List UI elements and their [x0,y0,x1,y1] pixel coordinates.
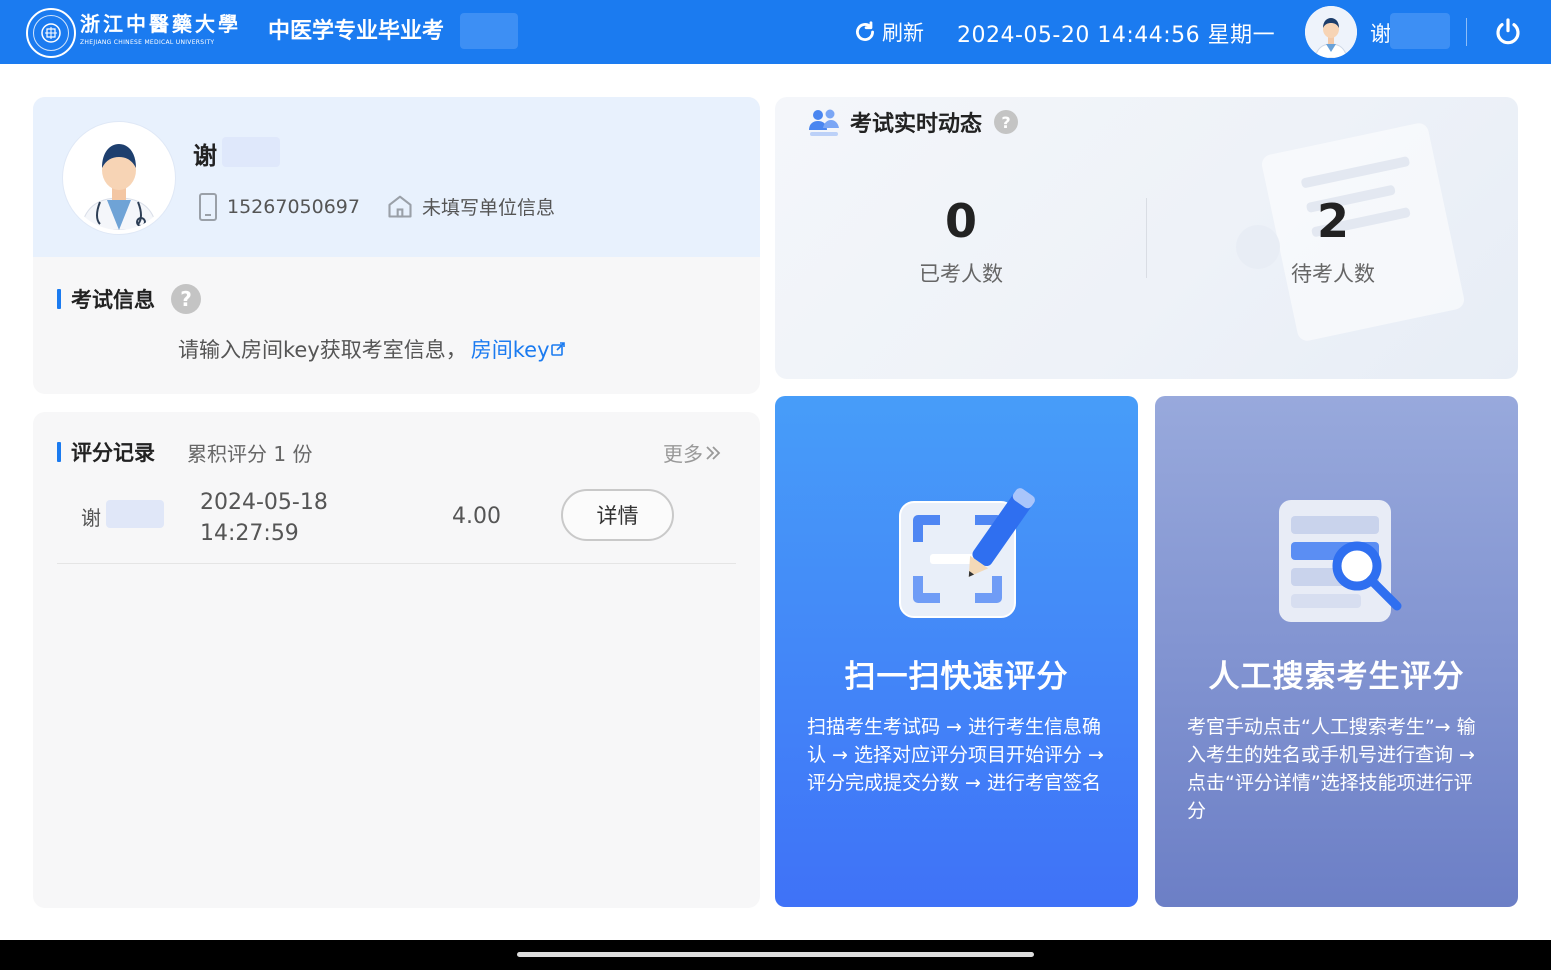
more-link[interactable]: 更多 [663,438,723,467]
university-name: 浙江中醫藥大學 [80,12,241,36]
record-examinee-name: 谢 [81,506,101,530]
taken-count: 0 [944,194,977,248]
profile-avatar [63,122,175,234]
search-list-icon [1279,500,1402,622]
taken-label: 已考人数 [919,262,1003,286]
top-bar: 浙江中醫藥大學 ZHEJIANG CHINESE MEDICAL UNIVERS… [0,0,1551,64]
profile-phone: 15267050697 [197,192,360,222]
header-divider [1466,18,1467,46]
help-icon[interactable]: ? [171,284,201,314]
room-key-hint: 请输入房间key获取考室信息， 房间key [178,334,566,364]
detail-button[interactable]: 详情 [561,489,674,541]
home-icon [388,195,412,218]
app-title: 中医学专业毕业考 [268,19,445,44]
row-divider [57,563,736,564]
power-icon [1496,18,1520,45]
phone-number: 15267050697 [227,196,360,218]
title-redaction [460,13,518,49]
stat-divider [1146,198,1147,278]
record-name-redaction [106,500,164,528]
phone-icon [199,193,217,221]
people-group-icon [809,109,839,136]
section-accent-bar [57,442,61,462]
manual-search-desc: 考官手动点击“人工搜索考生”→ 输入考生的姓名或手机号进行查询 → 点击“评分详… [1187,716,1476,822]
scan-pencil-icon [899,488,1035,618]
room-key-link[interactable]: 房间key [471,334,566,364]
scan-score-card[interactable]: 扫一扫快速评分 扫描考生考试码 → 进行考生信息确认 → 选择对应评分项目开始评… [775,396,1138,907]
score-records-card [33,412,760,908]
exam-info-title: 考试信息 [71,288,155,312]
university-name-en: ZHEJIANG CHINESE MEDICAL UNIVERSITY [80,39,215,46]
unit-text: 未填写单位信息 [422,196,556,219]
home-indicator[interactable] [517,952,1034,957]
university-branding: 浙江中醫藥大學 ZHEJIANG CHINESE MEDICAL UNIVERS… [80,12,241,48]
refresh-button[interactable]: 刷新 [852,17,924,47]
room-key-hint-text: 请输入房间key获取考室信息， [178,338,467,362]
help-icon[interactable]: ? [994,110,1019,134]
logout-button[interactable] [1492,16,1524,52]
refresh-icon [856,21,874,41]
user-avatar[interactable] [1305,6,1357,58]
record-datetime: 2024-05-18 14:27:59 [200,487,328,549]
profile-name: 谢 [193,142,217,170]
refresh-label: 刷新 [882,21,924,45]
record-time: 14:27:59 [200,521,299,546]
more-label: 更多 [663,442,703,466]
profile-name-redaction [222,137,280,167]
profile-unit: 未填写单位信息 [386,192,555,220]
university-logo-icon [26,8,76,58]
section-accent-bar [57,289,61,309]
waiting-count: 2 [1316,194,1349,248]
score-count: 累积评分 1 份 [187,442,313,466]
score-records-heading: 评分记录 [57,437,155,467]
record-date: 2024-05-18 [200,490,328,515]
room-key-link-label: 房间key [470,338,550,362]
manual-search-card[interactable]: 人工搜索考生评分 考官手动点击“人工搜索考生”→ 输入考生的姓名或手机号进行查询… [1155,396,1518,907]
scan-score-title: 扫一扫快速评分 [844,659,1069,695]
scan-score-desc: 扫描考生考试码 → 进行考生信息确认 → 选择对应评分项目开始评分 → 评分完成… [807,716,1104,794]
waiting-label: 待考人数 [1291,262,1375,286]
top-user-name: 谢 [1370,22,1391,46]
exam-info-heading: 考试信息 ? [57,284,201,314]
user-name-redaction [1390,13,1450,49]
manual-search-title: 人工搜索考生评分 [1208,659,1465,695]
live-status-title: 考试实时动态 [850,112,983,137]
score-records-title: 评分记录 [71,441,155,465]
external-edit-icon [550,342,565,356]
current-datetime: 2024-05-20 14:44:56 星期一 [957,23,1276,48]
live-status-heading: 考试实时动态 ? [806,106,1019,138]
record-score: 4.00 [452,504,501,529]
double-chevron-right-icon [706,445,721,460]
